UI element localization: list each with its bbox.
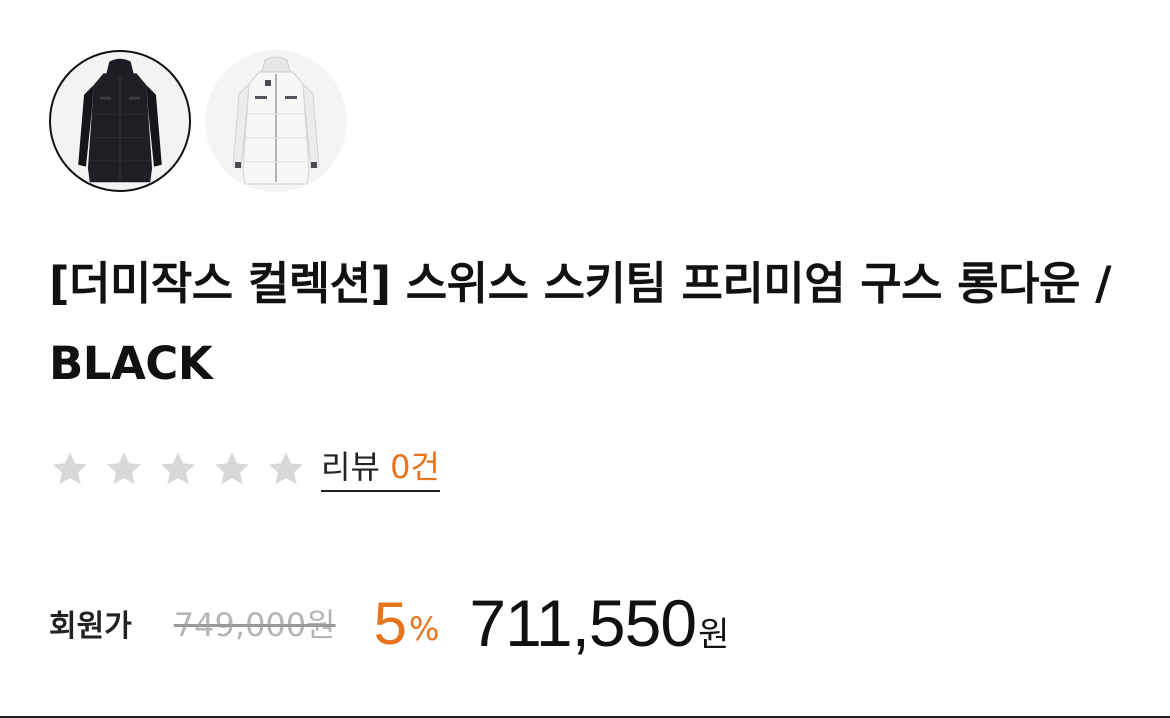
- star-icon: [269, 452, 303, 485]
- sale-price-unit: 원: [698, 614, 730, 655]
- swatch-white-coat[interactable]: [205, 50, 347, 192]
- review-link[interactable]: 리뷰 0건: [321, 446, 440, 492]
- white-coat-image: [232, 56, 320, 185]
- color-swatches: [49, 50, 347, 192]
- discount-rate: 5: [373, 589, 407, 657]
- rating-row: 리뷰 0건: [49, 446, 440, 492]
- product-title: [더미작스 컬렉션] 스위스 스키팀 프리미엄 구스 롱다운 / BLACK: [49, 257, 1112, 390]
- original-price: 749,000원: [173, 606, 336, 644]
- star-rating: [49, 448, 307, 490]
- swatch-black-coat[interactable]: [49, 50, 191, 192]
- black-coat-image: [78, 58, 162, 183]
- price-row: 회원가 749,000원 5% 711,550 원: [49, 578, 729, 668]
- product-detail-page: [더미작스 컬렉션] 스위스 스키팀 프리미엄 구스 롱다운 / BLACK 리…: [0, 0, 1170, 718]
- star-icon: [53, 452, 87, 485]
- review-label: 리뷰: [321, 448, 380, 486]
- star-icon: [215, 452, 249, 485]
- review-count: 0건: [390, 448, 440, 486]
- star-icon: [161, 452, 195, 485]
- discount-unit: %: [408, 610, 440, 648]
- sale-price: 711,550: [469, 586, 697, 660]
- star-icon: [107, 452, 141, 485]
- member-price-label: 회원가: [49, 609, 132, 644]
